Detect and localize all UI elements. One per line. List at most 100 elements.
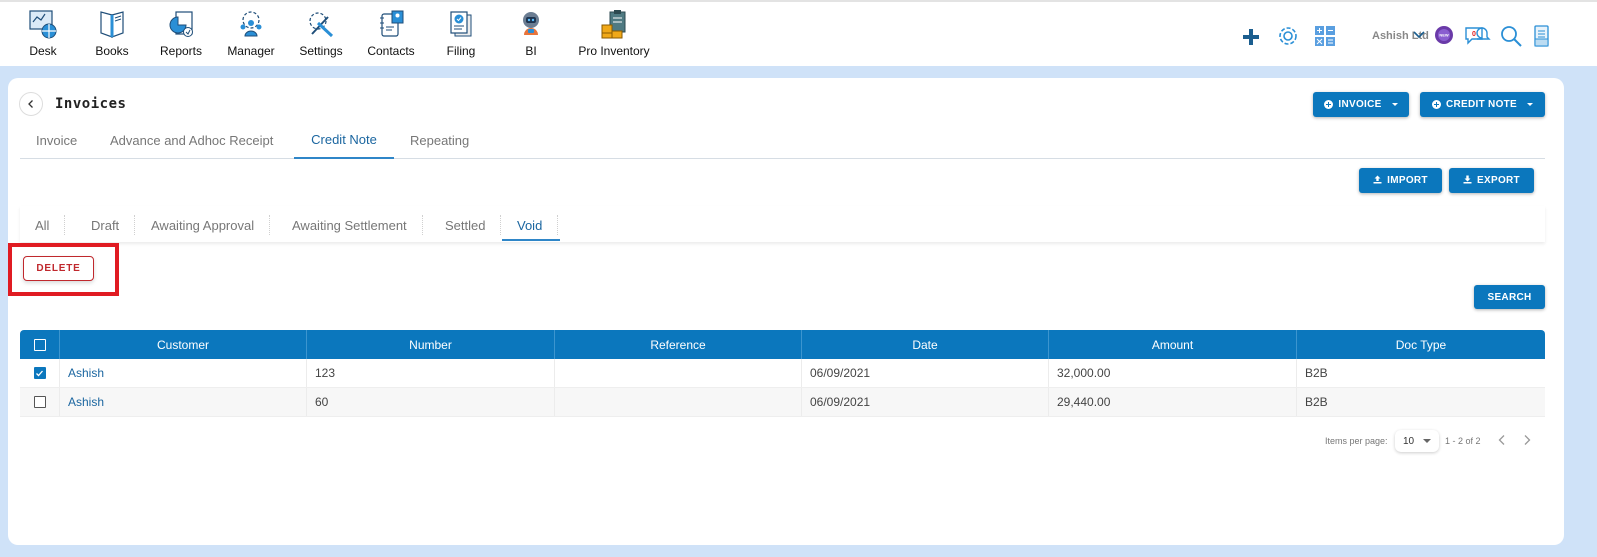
- column-header-date[interactable]: Date: [802, 330, 1049, 359]
- next-page-button[interactable]: [1522, 434, 1532, 446]
- nav-item-manager[interactable]: Manager: [211, 8, 291, 58]
- credit-note-button-label: CREDIT NOTE: [1445, 99, 1518, 110]
- search-icon[interactable]: [1499, 24, 1523, 48]
- column-header-customer[interactable]: Customer: [60, 330, 307, 359]
- row-select-cell: [20, 359, 60, 387]
- import-button-label: IMPORT: [1387, 175, 1428, 186]
- status-tab-settled[interactable]: Settled: [430, 215, 502, 235]
- add-icon[interactable]: [1240, 26, 1262, 48]
- filing-icon: [445, 8, 477, 40]
- nav-label: BI: [525, 44, 537, 58]
- chevron-right-icon: [1524, 435, 1531, 445]
- status-tab-all[interactable]: All: [20, 215, 66, 235]
- plus-circle-icon: [1324, 100, 1334, 109]
- nav-label: Pro Inventory: [578, 44, 650, 58]
- nav-item-pro-inventory[interactable]: Pro Inventory: [574, 8, 654, 58]
- column-header-number[interactable]: Number: [307, 330, 555, 359]
- nav-item-contacts[interactable]: Contacts: [351, 8, 431, 58]
- new-invoice-button[interactable]: INVOICE: [1313, 92, 1409, 117]
- tab-advance-adhoc-receipt[interactable]: Advance and Adhoc Receipt: [94, 122, 289, 159]
- page-title: Invoices: [55, 96, 127, 112]
- document-type-tabs: Invoice Advance and Adhoc Receipt Credit…: [20, 122, 1545, 159]
- download-icon: [1463, 175, 1472, 187]
- date-cell: 06/09/2021: [802, 388, 1049, 416]
- import-button[interactable]: IMPORT: [1359, 168, 1442, 193]
- bi-robot-icon: [515, 8, 547, 40]
- company-dropdown-chevron-icon[interactable]: [1412, 28, 1426, 42]
- top-navigation-bar: Desk Books Reports Manager Settings Cont…: [0, 0, 1597, 66]
- status-tab-void[interactable]: Void: [502, 215, 559, 235]
- reports-icon: [165, 8, 197, 40]
- table-row[interactable]: Ashish 60 06/09/2021 29,440.00 B2B: [20, 388, 1545, 417]
- chevron-left-icon: [28, 100, 33, 108]
- nav-item-desk[interactable]: Desk: [3, 8, 83, 58]
- status-tab-awaiting-settlement[interactable]: Awaiting Settlement: [277, 215, 423, 235]
- books-icon: [96, 8, 128, 40]
- number-cell: 123: [307, 359, 555, 387]
- nav-item-filing[interactable]: Filing: [421, 8, 501, 58]
- customer-cell[interactable]: Ashish: [60, 388, 307, 416]
- nav-label: Contacts: [367, 44, 415, 58]
- export-button-label: EXPORT: [1477, 175, 1520, 186]
- active-tab-indicator: [502, 239, 560, 241]
- items-per-page-label: Items per page:: [1325, 436, 1388, 446]
- caret-down-icon: [1423, 439, 1432, 443]
- invoice-button-label: INVOICE: [1338, 99, 1382, 110]
- nav-label: Settings: [299, 44, 343, 58]
- column-header-doc-type[interactable]: Doc Type: [1297, 330, 1545, 359]
- tab-invoice[interactable]: Invoice: [20, 122, 93, 159]
- amount-cell: 29,440.00: [1049, 388, 1297, 416]
- invoices-card: Invoices INVOICE CREDIT NOTE Invoice Adv…: [8, 78, 1564, 545]
- items-per-page-value: 10: [1403, 435, 1415, 447]
- nav-item-bi[interactable]: BI: [491, 8, 571, 58]
- delete-highlight-annotation: [8, 243, 119, 296]
- amount-cell: 32,000.00: [1049, 359, 1297, 387]
- caret-down-icon: [1527, 103, 1534, 106]
- status-tab-draft[interactable]: Draft: [76, 215, 136, 235]
- nav-label: Reports: [159, 44, 203, 58]
- nav-item-books[interactable]: Books: [72, 8, 152, 58]
- select-all-checkbox[interactable]: [33, 338, 46, 351]
- manager-icon: [235, 8, 267, 40]
- customer-cell[interactable]: Ashish: [60, 359, 307, 387]
- nav-item-reports[interactable]: Reports: [141, 8, 221, 58]
- reference-cell: [555, 388, 802, 416]
- back-button[interactable]: [19, 92, 43, 116]
- doc-type-cell: B2B: [1305, 395, 1328, 409]
- tab-credit-note[interactable]: Credit Note: [294, 122, 394, 159]
- table-row[interactable]: Ashish 123 06/09/2021 32,000.00 B2B: [20, 359, 1545, 388]
- row-checkbox[interactable]: [33, 396, 46, 408]
- new-badge-text: NEW: [1439, 33, 1449, 38]
- desk-icon: [27, 8, 59, 40]
- status-tab-awaiting-approval[interactable]: Awaiting Approval: [136, 215, 271, 235]
- table-header: Customer Number Reference Date Amount Do…: [20, 330, 1545, 359]
- calculator-icon[interactable]: [1314, 25, 1336, 47]
- documents-icon[interactable]: [1532, 24, 1552, 48]
- nav-label: Desk: [29, 44, 57, 58]
- nav-item-settings[interactable]: Settings: [281, 8, 361, 58]
- date-cell: 06/09/2021: [802, 359, 1049, 387]
- search-button[interactable]: SEARCH: [1474, 285, 1545, 309]
- items-per-page-select[interactable]: 10: [1395, 430, 1439, 452]
- previous-page-button[interactable]: [1497, 434, 1507, 446]
- notification-count: 0: [1472, 31, 1476, 38]
- settings-tools-icon: [305, 8, 337, 40]
- new-badge-icon[interactable]: NEW: [1434, 25, 1454, 45]
- column-header-reference[interactable]: Reference: [555, 330, 802, 359]
- contacts-icon: [375, 8, 407, 40]
- caret-down-icon: [1391, 103, 1398, 106]
- pagination-range: 1 - 2 of 2: [1445, 436, 1481, 446]
- nav-label: Books: [95, 44, 129, 58]
- new-credit-note-button[interactable]: CREDIT NOTE: [1420, 92, 1545, 117]
- notifications-icon[interactable]: 0: [1464, 24, 1492, 48]
- row-select-cell: [20, 388, 60, 416]
- settings-gear-icon[interactable]: [1276, 24, 1300, 48]
- column-header-amount[interactable]: Amount: [1049, 330, 1297, 359]
- tab-repeating[interactable]: Repeating: [394, 122, 485, 159]
- credit-notes-table: Customer Number Reference Date Amount Do…: [20, 330, 1545, 417]
- row-checkbox[interactable]: [33, 367, 46, 379]
- upload-icon: [1373, 175, 1382, 187]
- export-button[interactable]: EXPORT: [1449, 168, 1534, 193]
- checkmark-icon: [36, 370, 43, 376]
- chevron-left-icon: [1498, 435, 1505, 445]
